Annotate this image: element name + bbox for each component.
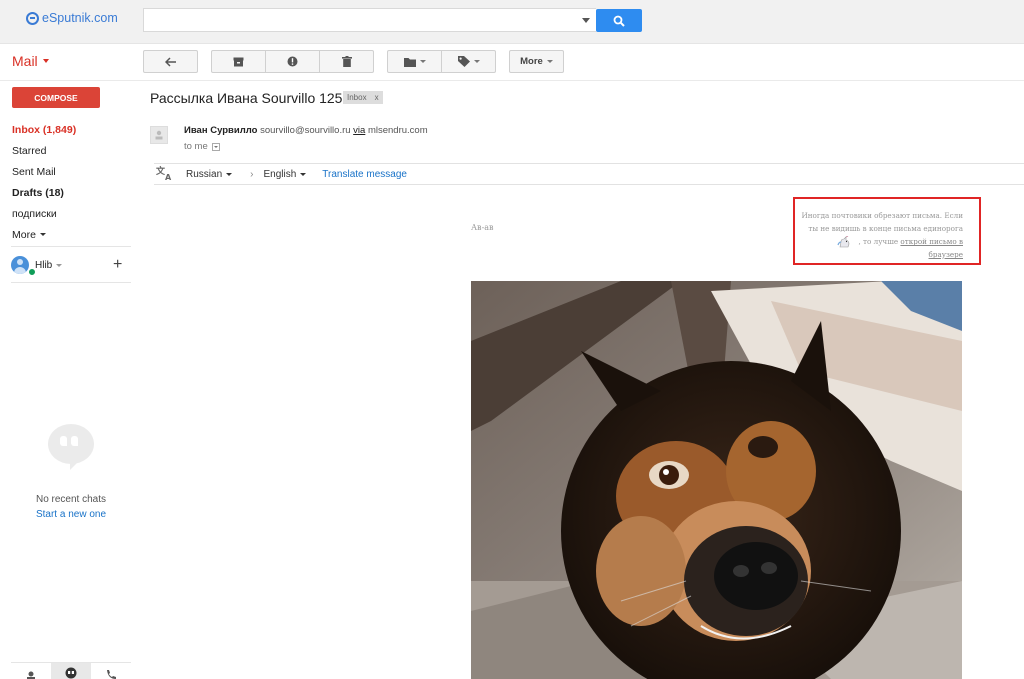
search-input[interactable] [143, 8, 596, 32]
chevron-right-icon: › [250, 168, 254, 180]
recipient-text: to me [184, 141, 208, 152]
hangouts-bottom-bar [11, 662, 131, 679]
phone-tab[interactable] [91, 663, 131, 679]
sidebar-item-subscriptions[interactable]: подписки [12, 203, 132, 224]
svg-text:A: A [165, 173, 172, 181]
organize-button-group [387, 50, 496, 73]
hangouts-tab[interactable] [51, 663, 91, 679]
archive-icon [233, 57, 244, 66]
back-arrow-icon [164, 56, 176, 67]
source-language-select[interactable]: Russian [186, 168, 233, 180]
source-language: Russian [186, 168, 223, 180]
sidebar-item-drafts[interactable]: Drafts (18) [12, 182, 132, 203]
archive-button[interactable] [212, 51, 266, 72]
remove-label-button[interactable]: x [375, 93, 379, 102]
user-name: Hlib [35, 259, 53, 271]
person-placeholder-icon [155, 130, 163, 140]
search-button[interactable] [596, 9, 642, 32]
search-options-dropdown-icon[interactable] [582, 18, 590, 23]
top-bar: eSputnik.com [0, 0, 1024, 44]
folder-nav: Inbox (1,849) Starred Sent Mail Drafts (… [12, 119, 132, 245]
truncation-notice: Иногда почтовики обрезают письма. Если т… [793, 197, 981, 265]
message-subject: Рассылка Ивана Sourvillo 125 [150, 90, 343, 106]
hangouts-icon [65, 667, 77, 679]
sender-email: sourvillo@sourvillo.ru [260, 125, 351, 136]
chevron-down-icon [419, 60, 426, 63]
chevron-down-icon [56, 263, 63, 267]
chevron-down-icon [39, 233, 46, 236]
sidebar-item-more[interactable]: More [12, 224, 132, 245]
labels-button[interactable] [442, 51, 495, 72]
unicorn-icon [837, 236, 850, 248]
more-actions-button[interactable]: More [509, 50, 564, 73]
sidebar-item-starred[interactable]: Starred [12, 140, 132, 161]
toolbar-divider [0, 80, 1024, 81]
inbox-label-text: Inbox [347, 93, 367, 102]
person-icon [27, 671, 35, 679]
back-button[interactable] [143, 50, 198, 73]
avatar [11, 256, 29, 274]
mail-label: Mail [12, 53, 38, 69]
show-details-dropdown-icon[interactable] [211, 142, 220, 151]
search-icon [613, 15, 625, 27]
target-language: English [263, 168, 297, 180]
sidebar-divider [11, 282, 131, 283]
notice-line-1: Иногда почтовики обрезают письма. Если [801, 211, 963, 220]
sender-avatar [150, 126, 168, 144]
contacts-tab[interactable] [11, 663, 51, 679]
translate-message-link[interactable]: Translate message [322, 169, 407, 180]
online-status-icon [28, 268, 36, 276]
chevron-down-icon [42, 59, 49, 63]
logo[interactable]: eSputnik.com [26, 11, 118, 25]
open-in-browser-link[interactable]: открой письмо в браузере [900, 237, 963, 259]
logo-text: eSputnik.com [42, 11, 118, 25]
mail-menu[interactable]: Mail [12, 53, 49, 69]
email-greeting: Ав-ав [471, 223, 494, 232]
quote-marks-icon [60, 436, 78, 446]
sender-name[interactable]: Иван Сурвилло [184, 125, 257, 136]
no-chats-text: No recent chats [35, 494, 107, 505]
logo-icon [26, 11, 39, 25]
more-actions-label: More [520, 56, 543, 67]
target-language-select[interactable]: English [263, 168, 307, 180]
add-chat-icon[interactable]: + [113, 256, 122, 274]
recipient-line: to me [184, 141, 220, 152]
compose-button[interactable]: COMPOSE [12, 87, 100, 108]
translate-bar: 文 A Russian › English Translate message [154, 163, 1024, 185]
chevron-down-icon [226, 172, 233, 176]
trash-icon [341, 56, 352, 67]
spam-icon [287, 56, 298, 67]
label-tag-icon [457, 56, 470, 67]
chevron-down-icon [300, 172, 307, 176]
chevron-down-icon [473, 60, 480, 63]
report-spam-button[interactable] [266, 51, 320, 72]
notice-line-3: , то лучше открой письмо в браузере [801, 235, 963, 261]
start-new-chat-link[interactable]: Start a new one [11, 509, 131, 520]
sidebar-divider [11, 246, 131, 247]
sidebar-item-more-label: More [12, 228, 36, 241]
folder-icon [403, 57, 416, 67]
phone-icon [107, 670, 116, 679]
sender-line: Иван Сурвилло sourvillo@sourvillo.ru via… [184, 125, 428, 136]
action-button-group [211, 50, 374, 73]
delete-button[interactable] [320, 51, 373, 72]
notice-line-2: ты не видишь в конце письма единорога [808, 224, 963, 233]
chevron-down-icon [546, 60, 553, 63]
dog-photo [471, 281, 962, 679]
inbox-label-chip: Inbox x [343, 91, 383, 104]
notice-prefix: , то лучше [858, 237, 899, 246]
sidebar-item-sent-mail[interactable]: Sent Mail [12, 161, 132, 182]
translate-icon: 文 A [155, 165, 176, 184]
move-to-button[interactable] [388, 51, 442, 72]
sidebar-item-inbox[interactable]: Inbox (1,849) [12, 119, 132, 140]
via-link[interactable]: via [353, 125, 365, 136]
via-domain: mlsendru.com [367, 125, 428, 136]
